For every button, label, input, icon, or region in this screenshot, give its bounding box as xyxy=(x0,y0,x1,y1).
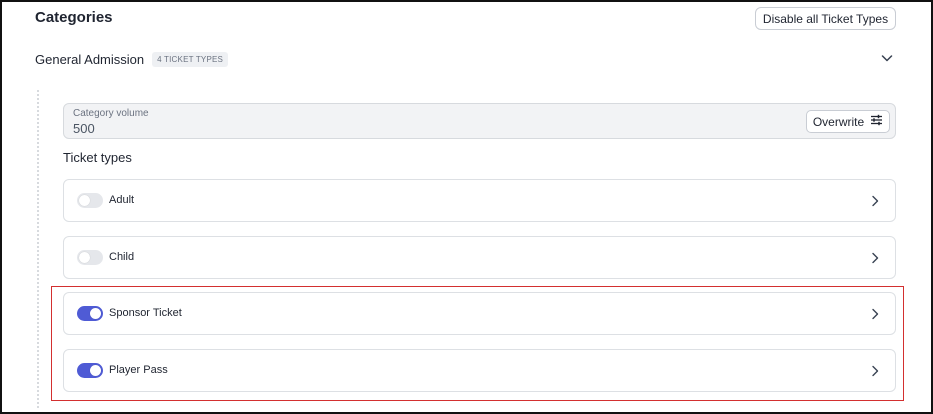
chevron-right-icon xyxy=(869,194,881,208)
overwrite-label: Overwrite xyxy=(812,114,865,129)
page-frame: Categories Disable all Ticket Types Gene… xyxy=(0,0,933,414)
ticket-label: Player Pass xyxy=(109,364,168,376)
ticket-label: Sponsor Ticket xyxy=(109,307,182,319)
ticket-toggle[interactable] xyxy=(77,363,103,378)
chevron-right-icon xyxy=(869,364,881,378)
ticket-types-count-badge: 4 TICKET TYPES xyxy=(152,51,229,67)
section-title: Categories xyxy=(35,9,113,26)
ticket-row-player-pass[interactable]: Player Pass xyxy=(63,349,896,392)
ticket-row-adult[interactable]: Adult xyxy=(63,179,896,222)
overwrite-button[interactable]: Overwrite xyxy=(806,110,890,133)
ticket-toggle[interactable] xyxy=(77,193,103,208)
category-group-header[interactable]: General Admission 4 TICKET TYPES xyxy=(35,48,897,70)
toggle-knob xyxy=(90,365,101,376)
toggle-knob xyxy=(79,195,90,206)
ticket-label: Adult xyxy=(109,194,135,206)
sliders-icon xyxy=(870,114,883,129)
ticket-label: Child xyxy=(109,251,135,263)
ticket-types-title: Ticket types xyxy=(63,150,132,165)
chevron-right-icon xyxy=(869,307,881,321)
category-volume-field: Category volume 500 Overwrite xyxy=(63,103,896,139)
toggle-knob xyxy=(79,252,90,263)
indent-rail xyxy=(37,90,39,408)
ticket-row-child[interactable]: Child xyxy=(63,236,896,279)
category-group-name: General Admission xyxy=(35,51,145,67)
chevron-down-icon[interactable] xyxy=(879,50,895,66)
toggle-knob xyxy=(90,308,101,319)
category-volume-label: Category volume xyxy=(73,108,149,119)
ticket-row-sponsor-ticket[interactable]: Sponsor Ticket xyxy=(63,292,896,335)
category-volume-value: 500 xyxy=(73,121,95,136)
chevron-right-icon xyxy=(869,251,881,265)
disable-all-ticket-types-button[interactable]: Disable all Ticket Types xyxy=(755,7,896,30)
ticket-toggle[interactable] xyxy=(77,250,103,265)
ticket-toggle[interactable] xyxy=(77,306,103,321)
